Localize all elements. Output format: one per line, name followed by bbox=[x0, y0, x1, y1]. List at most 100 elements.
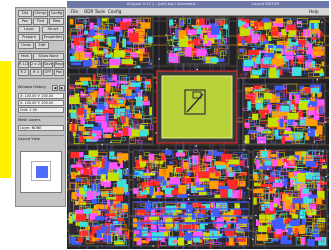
via bbox=[188, 231, 190, 234]
via bbox=[266, 125, 268, 127]
undo-button[interactable]: Undo bbox=[18, 42, 34, 49]
via bbox=[154, 173, 156, 175]
layout-shape bbox=[71, 124, 75, 133]
zoom-2-button[interactable]: R 2 bbox=[18, 69, 29, 76]
zoom-4-button[interactable]: R 4 bbox=[30, 69, 42, 76]
layout-shape bbox=[79, 77, 91, 81]
layout-shape bbox=[194, 187, 204, 191]
layout-shape bbox=[110, 82, 118, 87]
menu-file[interactable]: File bbox=[71, 8, 78, 16]
layout-shape bbox=[98, 87, 104, 96]
chevron-right-icon[interactable]: ▶ bbox=[59, 85, 65, 91]
layout-shape bbox=[228, 236, 234, 246]
show-none-button[interactable]: Show None bbox=[33, 53, 64, 60]
properties-button[interactable]: Properties bbox=[42, 34, 64, 41]
title-bar: KLayout 0.27.1 - [cell] top / schematic … bbox=[67, 1, 329, 8]
layout-shape bbox=[207, 40, 212, 46]
layout-shape bbox=[313, 112, 320, 120]
layout-shape bbox=[91, 133, 97, 137]
via bbox=[102, 176, 104, 178]
layout-preview[interactable] bbox=[20, 151, 62, 193]
repeat-button[interactable]: Repeat bbox=[54, 61, 64, 68]
layout-shape bbox=[244, 23, 250, 27]
layout-shape bbox=[92, 46, 98, 52]
dst-button[interactable]: Dst bbox=[18, 10, 32, 17]
coordinate-field[interactable]: X: 100.00 Y: 200.00 bbox=[18, 93, 64, 99]
via bbox=[314, 66, 316, 68]
via bbox=[247, 187, 249, 189]
layout-shape bbox=[270, 26, 279, 36]
via bbox=[313, 211, 315, 213]
layout-shape bbox=[298, 110, 303, 119]
layout-shape bbox=[107, 200, 110, 207]
struct-button[interactable]: Struct bbox=[42, 26, 64, 33]
layout-shape bbox=[253, 197, 257, 205]
layout-shape bbox=[269, 186, 273, 192]
zoom-half-button[interactable]: R 1/2 bbox=[18, 61, 29, 68]
layout-shape bbox=[130, 115, 136, 119]
chevron-left-icon[interactable]: ◀ bbox=[52, 85, 58, 91]
menu-help[interactable]: Help bbox=[309, 8, 319, 16]
layout-shape bbox=[108, 162, 118, 170]
layout-shape bbox=[122, 18, 132, 23]
via bbox=[300, 117, 302, 119]
layout-shape bbox=[128, 86, 137, 90]
edit-button[interactable]: Edit bbox=[35, 42, 49, 49]
layout-shape bbox=[292, 122, 297, 126]
layer-field[interactable]: Layer: NONE bbox=[18, 125, 64, 131]
via bbox=[140, 97, 143, 99]
via bbox=[141, 89, 143, 92]
off-button[interactable]: OFF bbox=[43, 69, 53, 76]
layout-shape bbox=[308, 194, 318, 199]
layout-shape bbox=[148, 153, 155, 163]
save-view-button[interactable]: Save bbox=[43, 61, 53, 68]
via bbox=[100, 111, 102, 113]
via bbox=[177, 43, 179, 45]
layout-shape bbox=[241, 39, 245, 45]
prepare-button[interactable]: Prepare bbox=[18, 34, 40, 41]
via bbox=[87, 167, 89, 169]
find-button[interactable]: Find bbox=[33, 18, 48, 25]
via bbox=[243, 149, 245, 151]
layout-shape bbox=[138, 130, 147, 137]
layout-shape bbox=[128, 127, 132, 136]
layout-shape bbox=[83, 184, 88, 191]
layout-shape bbox=[297, 173, 306, 183]
coordinate-field-2[interactable]: X: 100.00 Y: 200.00 bbox=[18, 100, 64, 106]
via bbox=[256, 219, 258, 221]
grid-field[interactable]: Grid: 1.00 bbox=[18, 107, 64, 113]
via bbox=[107, 127, 109, 129]
via bbox=[325, 175, 327, 178]
layout-shape bbox=[118, 220, 124, 224]
layout-shape bbox=[122, 204, 129, 212]
zoom-double-button[interactable]: 2 x 2x bbox=[30, 61, 42, 68]
chmpr-button[interactable]: Chmpr bbox=[33, 10, 48, 17]
layout-shape bbox=[271, 215, 275, 219]
layout-shape bbox=[140, 22, 151, 29]
layout-shape bbox=[89, 92, 96, 98]
layout-shape bbox=[307, 128, 315, 137]
layout-shape bbox=[320, 181, 327, 185]
menu-odr-tools[interactable]: ODR Tools bbox=[84, 8, 105, 16]
layout-shape bbox=[201, 24, 212, 28]
layout-shape bbox=[84, 30, 88, 35]
layout-shape bbox=[193, 236, 200, 243]
via bbox=[252, 238, 254, 241]
hide-button[interactable]: Hidn bbox=[18, 53, 32, 60]
layout-shape bbox=[239, 28, 250, 37]
layer-button[interactable]: Layer bbox=[18, 26, 40, 33]
via bbox=[300, 216, 302, 218]
pan-button[interactable]: Pan bbox=[18, 18, 32, 25]
pan-view-button[interactable]: Pan bbox=[54, 69, 64, 76]
layout-shape bbox=[188, 41, 198, 44]
config-button[interactable]: Config bbox=[49, 10, 64, 17]
layout-shape bbox=[113, 201, 121, 205]
layout-canvas[interactable] bbox=[67, 16, 329, 249]
measure-button[interactable]: Mea bbox=[49, 18, 64, 25]
layout-shape bbox=[264, 158, 272, 166]
layout-shape bbox=[140, 190, 148, 195]
layout-shape bbox=[178, 184, 187, 194]
layout-shape bbox=[262, 18, 270, 23]
layout-shape bbox=[103, 91, 110, 98]
menu-config[interactable]: Config bbox=[108, 8, 121, 16]
